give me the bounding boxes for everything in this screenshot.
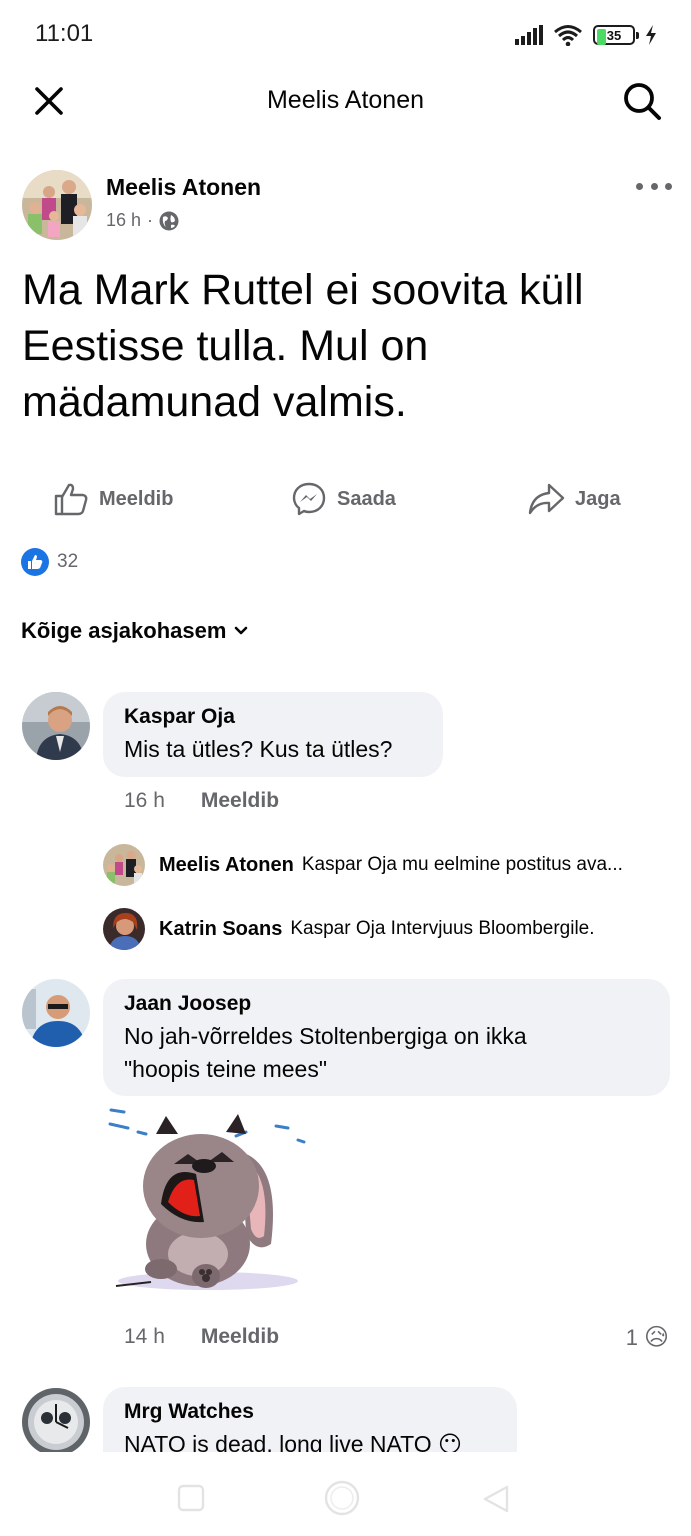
comment-text: Mis ta ütles? Kus ta ütles? [124,736,393,762]
man-portrait-avatar [22,692,90,760]
battery-level: 35 [606,27,622,43]
post-text: Ma Mark Ruttel ei soovita küll Eestisse … [22,266,584,426]
search-icon [624,83,661,120]
like-label: Meeldib [99,487,174,510]
comment-time[interactable]: 16 h [124,789,165,813]
reply-author[interactable]: Meelis Atonen [159,854,294,877]
comment-bubble[interactable]: Mrg Watches NATO is dead, long live NATO… [103,1387,517,1452]
commenter-avatar[interactable] [22,692,90,760]
woman-portrait-avatar [103,908,145,950]
share-button[interactable]: Jaga [527,476,621,522]
top-bar: Meelis Atonen [0,70,691,130]
charging-icon [646,25,656,45]
post-time[interactable]: 16 h [106,210,141,231]
comment-text: NATO is dead, long live NATO 😶 [124,1431,463,1452]
reaction-number: 1 [625,1324,638,1350]
messenger-icon [292,482,326,516]
reaction-count: 32 [57,551,79,572]
status-bar: 11:01 35 [0,0,691,70]
home-button[interactable] [322,1478,362,1518]
recent-apps-button[interactable] [171,1478,211,1518]
crying-dog-sticker-image [108,1108,306,1290]
reply-text: Kaspar Oja mu eelmine postitus ava... [301,854,623,875]
globe-icon [159,211,179,230]
share-label: Jaga [575,487,621,510]
comment-like-button[interactable]: Meeldib [201,789,279,813]
send-label: Saada [337,487,396,510]
family-photo-avatar [22,170,92,240]
reply-text: Kaspar Oja Intervjuus Bloombergile. [290,918,595,939]
comment-author[interactable]: Mrg Watches [124,1399,497,1425]
comment-text-line: "hoopis teine mees" [124,1056,328,1082]
like-button[interactable]: Meeldib [53,476,173,522]
family-photo-avatar [103,844,145,886]
sad-reaction-icon: 😥 [643,1324,669,1351]
post-author[interactable]: Meelis Atonen [106,174,261,201]
reply-item[interactable]: Katrin Soans Kaspar Oja Intervjuus Bloom… [103,907,673,951]
comment-text-line: No jah-võrreldes Stoltenbergiga on ikka [124,1023,527,1049]
like-reaction-icon [21,548,49,576]
reply-avatar [103,908,145,950]
reply-avatar [103,844,145,886]
comment-meta: 16 h Meeldib [124,789,279,813]
post-meta: 16 h · [106,210,179,231]
comment-like-button[interactable]: Meeldib [201,1325,279,1349]
reply-item[interactable]: Meelis Atonen Kaspar Oja mu eelmine post… [103,843,673,887]
man-sunglasses-avatar [22,979,90,1047]
comment-author[interactable]: Jaan Joosep [124,991,650,1017]
watch-avatar [22,1388,90,1452]
status-icons: 35 [515,22,657,48]
battery-icon: 35 [593,25,639,45]
reply-author[interactable]: Katrin Soans [159,918,282,941]
post-header: Meelis Atonen 16 h · [22,170,672,242]
signal-icon [515,25,543,45]
back-button[interactable] [476,1478,516,1518]
commenter-avatar[interactable] [22,1388,90,1452]
status-time: 11:01 [35,20,94,47]
post-actions: Meeldib Saada Jaga [0,476,691,522]
search-button[interactable] [619,78,665,124]
commenter-avatar[interactable] [22,979,90,1047]
comment-author[interactable]: Kaspar Oja [124,704,423,730]
back-triangle-icon [483,1485,509,1513]
page-title: Meelis Atonen [266,86,425,114]
square-icon [177,1484,205,1512]
more-options-button[interactable] [636,176,672,196]
share-arrow-icon [528,483,565,515]
reactions-summary[interactable]: 32 [21,547,78,577]
comment-time[interactable]: 14 h [124,1325,165,1349]
comment-reaction-count[interactable]: 1 😥 [626,1323,669,1352]
meta-separator: · [147,210,154,230]
wifi-icon [554,25,582,46]
thumbs-up-icon [54,483,88,516]
system-navigation-bar [0,1452,691,1536]
author-avatar[interactable] [22,170,92,240]
comment: Mrg Watches NATO is dead, long live NATO… [0,1387,691,1452]
chevron-down-icon [235,626,248,635]
sort-label: Kõige asjakohasem [21,618,227,643]
comment-bubble[interactable]: Jaan Joosep No jah-võrreldes Stoltenberg… [103,979,670,1096]
comment-meta: 14 h Meeldib [124,1325,279,1349]
comment-bubble[interactable]: Kaspar Oja Mis ta ütles? Kus ta ütles? [103,692,443,777]
send-button[interactable]: Saada [291,476,396,522]
circle-icon [324,1480,360,1516]
comment-sort-dropdown[interactable]: Kõige asjakohasem [21,618,248,644]
crying-dog-sticker[interactable] [106,1104,311,1294]
